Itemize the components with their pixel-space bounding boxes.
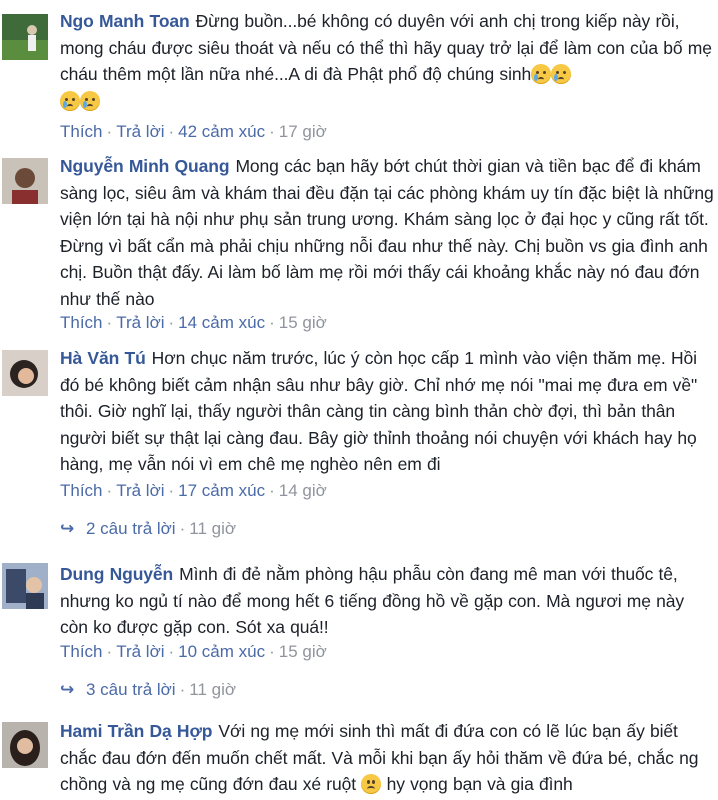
crying-face-icon xyxy=(80,90,100,111)
sad-face-icon xyxy=(361,774,382,794)
comment-actions: Thích · Trả lời · 14 cảm xúc · 15 giờ xyxy=(60,313,327,332)
comment-author[interactable]: Hà Văn Tú xyxy=(60,348,146,368)
reactions-count[interactable]: 14 cảm xúc xyxy=(178,313,265,332)
comment-author[interactable]: Ngo Manh Toan xyxy=(60,11,190,31)
replies-count[interactable]: 3 câu trả lời xyxy=(86,680,176,699)
comment-body: Mong các bạn hãy bớt chút thời gian và t… xyxy=(60,156,714,309)
comment-author[interactable]: Nguyễn Minh Quang xyxy=(60,156,230,176)
reply-link[interactable]: Trả lời xyxy=(116,481,164,500)
comment-actions: Thích · Trả lời · 42 cảm xúc · 17 giờ xyxy=(60,122,327,141)
reactions-count[interactable]: 17 cảm xúc xyxy=(178,481,265,500)
crying-face-icon xyxy=(531,64,552,84)
comment-body-continued: hy vọng bạn và gia đình xyxy=(386,774,573,794)
like-link[interactable]: Thích xyxy=(60,313,103,332)
comment-text: Nguyễn Minh Quang Mong các bạn hãy bớt ch… xyxy=(60,153,716,312)
crying-face-icon xyxy=(551,64,572,84)
comment-text: Hami Trần Dạ Hợp Với ng mẹ mới sinh thì m… xyxy=(60,718,716,798)
comment-actions: Thích · Trả lời · 17 cảm xúc · 14 giờ xyxy=(60,481,327,500)
view-replies-link[interactable]: ↪ 3 câu trả lời · 11 giờ xyxy=(60,679,236,701)
reply-arrow-icon: ↪ xyxy=(60,680,75,699)
reactions-count[interactable]: 10 cảm xúc xyxy=(178,642,265,661)
reply-link[interactable]: Trả lời xyxy=(116,122,164,141)
view-replies-link[interactable]: ↪ 2 câu trả lời · 11 giờ xyxy=(60,518,236,540)
comment-actions: Thích · Trả lời · 10 cảm xúc · 15 giờ xyxy=(60,642,327,661)
crying-face-icon xyxy=(60,90,80,111)
comment-time[interactable]: 15 giờ xyxy=(279,313,327,332)
reactions-count[interactable]: 42 cảm xúc xyxy=(178,122,265,141)
comment-author[interactable]: Hami Trần Dạ Hợp xyxy=(60,721,212,741)
avatar[interactable] xyxy=(2,350,48,396)
reply-arrow-icon: ↪ xyxy=(60,519,75,538)
comment-text: Ngo Manh Toan Đừng buồn...bé không có duy… xyxy=(60,8,716,114)
comment-author[interactable]: Dung Nguyễn xyxy=(60,564,173,584)
like-link[interactable]: Thích xyxy=(60,481,103,500)
avatar[interactable] xyxy=(2,563,48,609)
comment-body: Hơn chục năm trước, lúc ý còn học cấp 1 … xyxy=(60,348,698,474)
avatar[interactable] xyxy=(2,722,48,768)
comment-time[interactable]: 15 giờ xyxy=(279,642,327,661)
replies-time: 11 giờ xyxy=(189,680,236,699)
avatar[interactable] xyxy=(2,14,48,60)
comment-text: Hà Văn Tú Hơn chục năm trước, lúc ý còn h… xyxy=(60,345,716,478)
comment-time[interactable]: 17 giờ xyxy=(279,122,327,141)
comment-time[interactable]: 14 giờ xyxy=(279,481,327,500)
like-link[interactable]: Thích xyxy=(60,642,103,661)
replies-time: 11 giờ xyxy=(189,519,236,538)
replies-count[interactable]: 2 câu trả lời xyxy=(86,519,176,538)
avatar[interactable] xyxy=(2,158,48,204)
reply-link[interactable]: Trả lời xyxy=(116,313,164,332)
reply-link[interactable]: Trả lời xyxy=(116,642,164,661)
like-link[interactable]: Thích xyxy=(60,122,103,141)
comment-text: Dung Nguyễn Mình đi đẻ nằm phòng hậu phẫu… xyxy=(60,561,716,641)
